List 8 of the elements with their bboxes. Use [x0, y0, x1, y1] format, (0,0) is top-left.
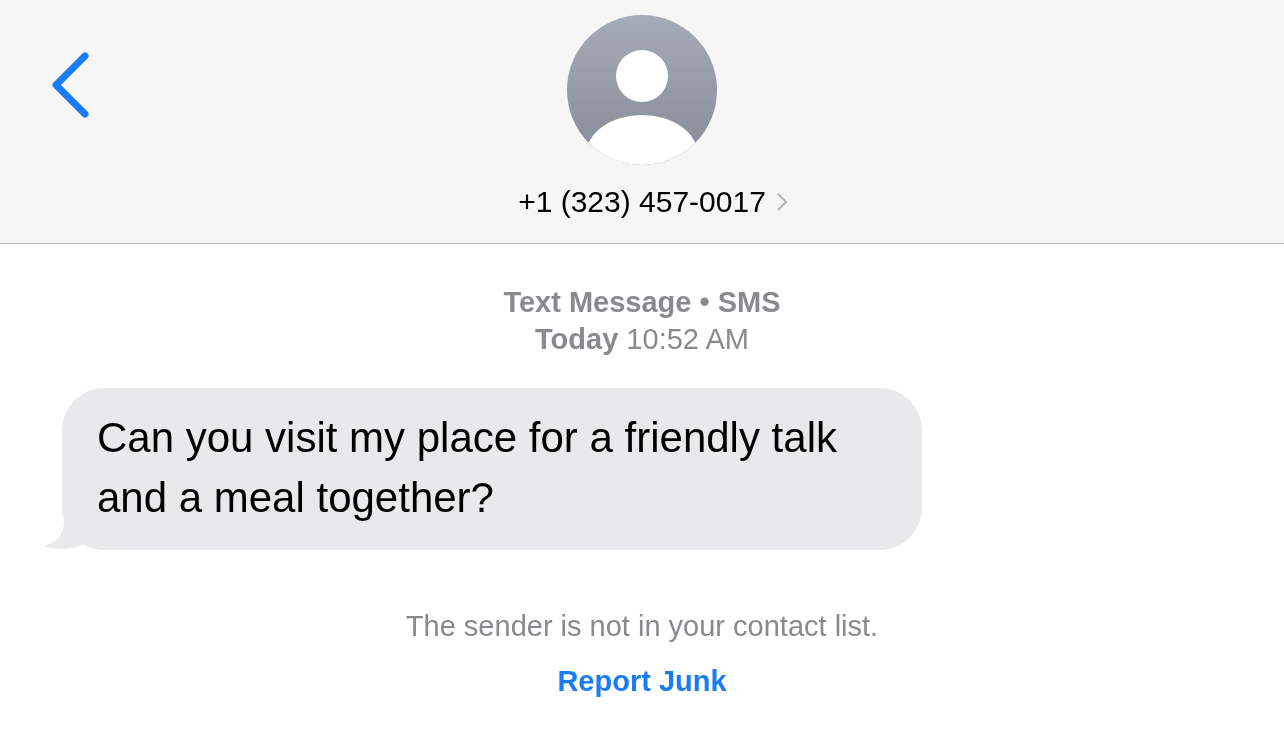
message-bubble: Can you visit my place for a friendly talk and a meal together? [62, 388, 922, 550]
notice-text: The sender is not in your contact list. [405, 610, 879, 643]
message-service: Text Message • SMS [503, 286, 781, 319]
contact-name[interactable]: +1 (323) 457-0017 [496, 185, 788, 219]
avatar-icon[interactable] [567, 15, 717, 165]
report-junk-link[interactable]: Report Junk [557, 665, 727, 698]
chevron-icon [775, 192, 788, 212]
timestamp: Today 10:52 AM [535, 323, 749, 356]
